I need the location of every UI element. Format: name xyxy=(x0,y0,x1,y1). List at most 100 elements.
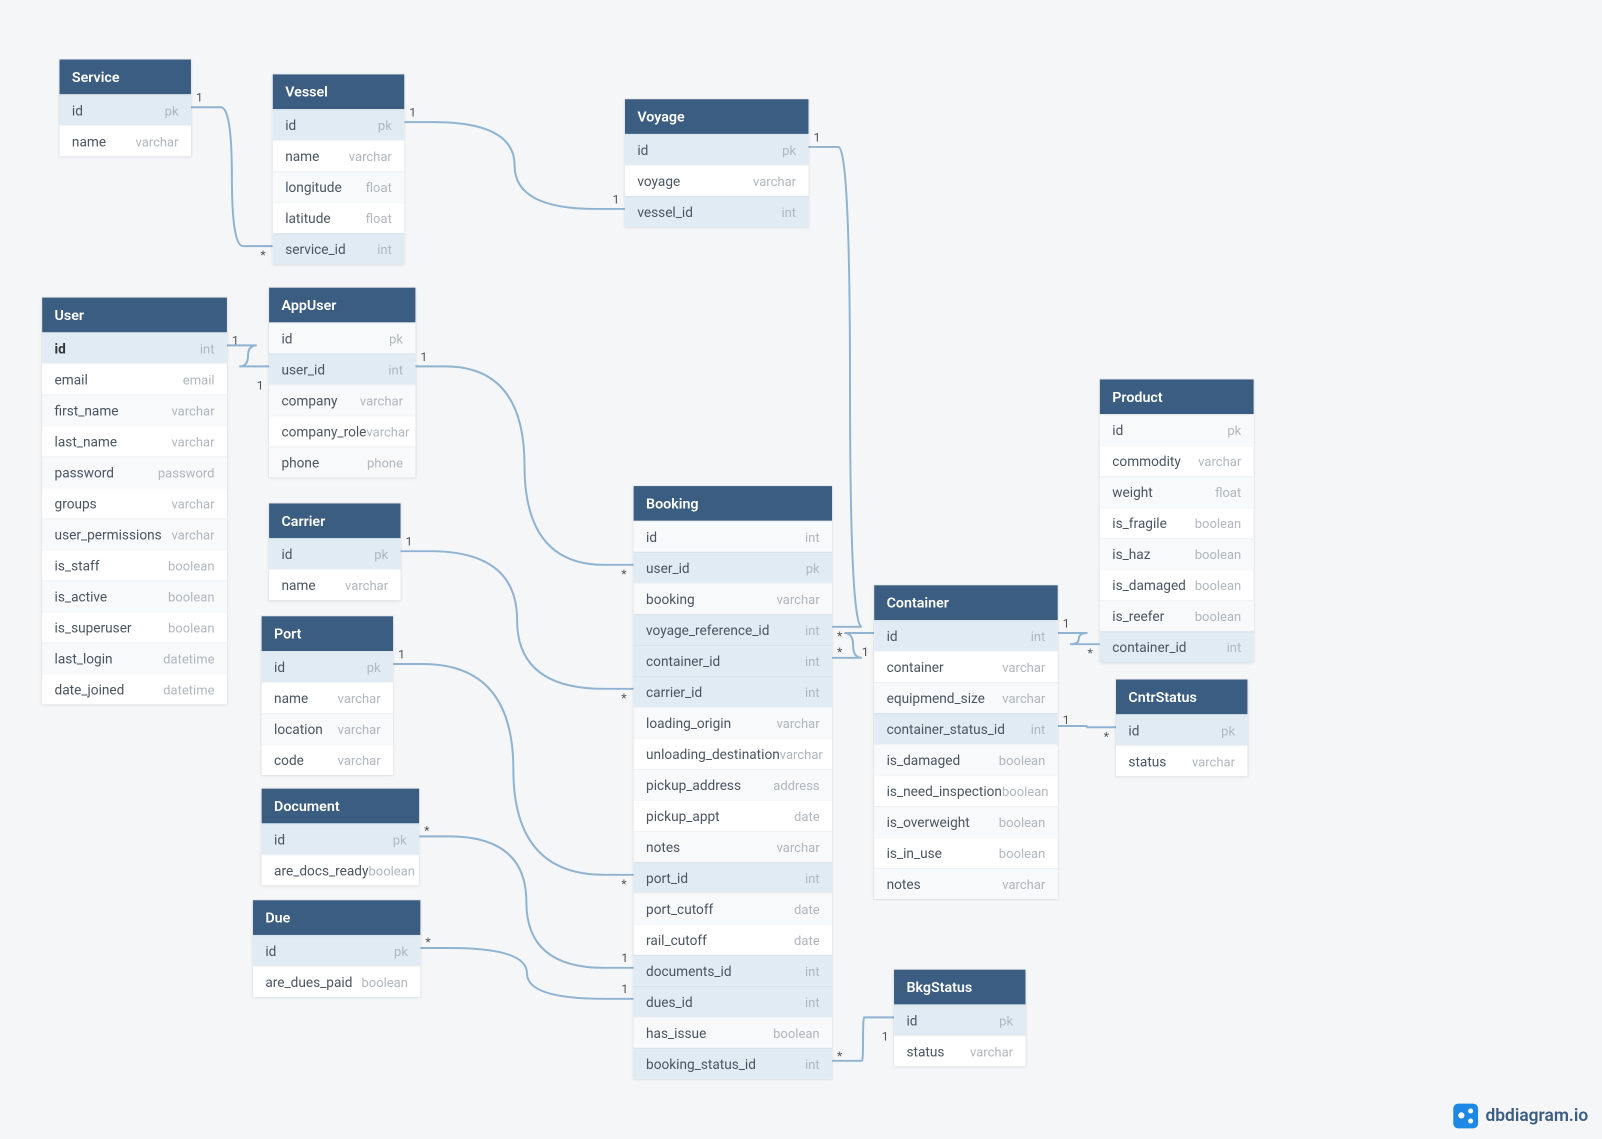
table-row[interactable]: is_in_useboolean xyxy=(874,837,1058,868)
table-row[interactable]: pickup_apptdate xyxy=(634,800,832,831)
table-row[interactable]: weightfloat xyxy=(1100,476,1254,507)
table-due[interactable]: Dueidpkare_dues_paidboolean xyxy=(253,900,420,997)
table-container[interactable]: Containeridintcontainervarcharequipmend_… xyxy=(874,585,1058,899)
table-row[interactable]: date_joineddatetime xyxy=(42,673,227,704)
table-header[interactable]: Product xyxy=(1100,379,1254,414)
table-cntrstatus[interactable]: CntrStatusidpkstatusvarchar xyxy=(1116,680,1247,777)
table-row[interactable]: bookingvarchar xyxy=(634,583,832,614)
table-row[interactable]: voyage_reference_idint xyxy=(634,614,832,645)
table-row[interactable]: namevarchar xyxy=(60,125,191,156)
table-header[interactable]: Voyage xyxy=(625,99,809,134)
table-row[interactable]: port_idint xyxy=(634,862,832,893)
table-row[interactable]: documents_idint xyxy=(634,955,832,986)
table-row[interactable]: notesvarchar xyxy=(874,868,1058,899)
table-service[interactable]: Serviceidpknamevarchar xyxy=(60,60,191,157)
table-row[interactable]: idpk xyxy=(253,935,420,966)
table-row[interactable]: idpk xyxy=(1116,714,1247,745)
table-row[interactable]: vessel_idint xyxy=(625,196,809,227)
table-document[interactable]: Documentidpkare_docs_readyboolean xyxy=(262,789,419,886)
table-port[interactable]: Portidpknamevarcharlocationvarcharcodeva… xyxy=(262,616,393,775)
table-row[interactable]: rail_cutoffdate xyxy=(634,924,832,955)
table-row[interactable]: first_namevarchar xyxy=(42,394,227,425)
table-row[interactable]: codevarchar xyxy=(262,744,393,775)
table-row[interactable]: phonephone xyxy=(269,446,415,477)
table-row[interactable]: idint xyxy=(634,521,832,552)
table-header[interactable]: AppUser xyxy=(269,288,415,323)
table-appuser[interactable]: AppUseridpkuser_idintcompanyvarcharcompa… xyxy=(269,288,415,478)
table-row[interactable]: booking_status_idint xyxy=(634,1048,832,1079)
table-row[interactable]: namevarchar xyxy=(273,140,404,171)
table-row[interactable]: company_rolevarchar xyxy=(269,415,415,446)
table-row[interactable]: loading_originvarchar xyxy=(634,707,832,738)
table-row[interactable]: idint xyxy=(874,620,1058,651)
table-row[interactable]: user_permissionsvarchar xyxy=(42,518,227,549)
table-bkgstatus[interactable]: BkgStatusidpkstatusvarchar xyxy=(894,970,1025,1067)
table-row[interactable]: has_issueboolean xyxy=(634,1017,832,1048)
table-row[interactable]: are_dues_paidboolean xyxy=(253,966,420,997)
table-row[interactable]: groupsvarchar xyxy=(42,487,227,518)
table-row[interactable]: longitudefloat xyxy=(273,171,404,202)
table-header[interactable]: Port xyxy=(262,616,393,651)
table-header[interactable]: Vessel xyxy=(273,74,404,109)
table-row[interactable]: idpk xyxy=(262,823,419,854)
table-row[interactable]: dues_idint xyxy=(634,986,832,1017)
table-row[interactable]: voyagevarchar xyxy=(625,165,809,196)
table-row[interactable]: idpk xyxy=(269,538,400,569)
table-carrier[interactable]: Carrieridpknamevarchar xyxy=(269,503,400,600)
table-row[interactable]: idpk xyxy=(894,1004,1025,1035)
table-header[interactable]: Booking xyxy=(634,486,832,521)
table-header[interactable]: Carrier xyxy=(269,503,400,538)
table-row[interactable]: is_reeferboolean xyxy=(1100,600,1254,631)
table-row[interactable]: is_damagedboolean xyxy=(874,744,1058,775)
table-row[interactable]: idpk xyxy=(625,134,809,165)
table-row[interactable]: is_superuserboolean xyxy=(42,611,227,642)
table-row[interactable]: container_idint xyxy=(634,645,832,676)
table-row[interactable]: is_overweightboolean xyxy=(874,806,1058,837)
table-row[interactable]: commodityvarchar xyxy=(1100,445,1254,476)
table-voyage[interactable]: Voyageidpkvoyagevarcharvessel_idint xyxy=(625,99,809,227)
table-row[interactable]: latitudefloat xyxy=(273,202,404,233)
table-row[interactable]: last_namevarchar xyxy=(42,425,227,456)
table-user[interactable]: Useridintemailemailfirst_namevarcharlast… xyxy=(42,298,227,705)
table-row[interactable]: service_idint xyxy=(273,233,404,264)
table-row[interactable]: namevarchar xyxy=(262,682,393,713)
table-row[interactable]: emailemail xyxy=(42,363,227,394)
table-row[interactable]: unloading_destinationvarchar xyxy=(634,738,832,769)
table-header[interactable]: Document xyxy=(262,789,419,824)
table-row[interactable]: is_staffboolean xyxy=(42,549,227,580)
table-header[interactable]: Service xyxy=(60,60,191,95)
table-row[interactable]: carrier_idint xyxy=(634,676,832,707)
table-row[interactable]: idpk xyxy=(273,109,404,140)
table-row[interactable]: pickup_addressaddress xyxy=(634,769,832,800)
table-row[interactable]: idpk xyxy=(269,322,415,353)
table-row[interactable]: port_cutoffdate xyxy=(634,893,832,924)
table-row[interactable]: idpk xyxy=(1100,414,1254,445)
table-row[interactable]: locationvarchar xyxy=(262,713,393,744)
table-row[interactable]: idpk xyxy=(262,651,393,682)
table-header[interactable]: User xyxy=(42,298,227,333)
table-row[interactable]: statusvarchar xyxy=(894,1035,1025,1066)
table-row[interactable]: passwordpassword xyxy=(42,456,227,487)
table-row[interactable]: container_status_idint xyxy=(874,713,1058,744)
table-booking[interactable]: Bookingidintuser_idpkbookingvarcharvoyag… xyxy=(634,486,832,1079)
table-row[interactable]: containervarchar xyxy=(874,651,1058,682)
table-row[interactable]: is_activeboolean xyxy=(42,580,227,611)
table-row[interactable]: companyvarchar xyxy=(269,384,415,415)
table-row[interactable]: container_idint xyxy=(1100,631,1254,662)
table-row[interactable]: idpk xyxy=(60,94,191,125)
diagram-canvas[interactable]: dbdiagram.io ServiceidpknamevarcharVesse… xyxy=(0,0,1602,1139)
table-row[interactable]: statusvarchar xyxy=(1116,745,1247,776)
table-row[interactable]: is_damagedboolean xyxy=(1100,569,1254,600)
table-row[interactable]: are_docs_readyboolean xyxy=(262,854,419,885)
table-row[interactable]: last_logindatetime xyxy=(42,642,227,673)
table-vessel[interactable]: Vesselidpknamevarcharlongitudefloatlatit… xyxy=(273,74,404,264)
table-product[interactable]: Productidpkcommodityvarcharweightfloatis… xyxy=(1100,379,1254,662)
table-header[interactable]: Container xyxy=(874,585,1058,620)
table-row[interactable]: is_fragileboolean xyxy=(1100,507,1254,538)
table-header[interactable]: Due xyxy=(253,900,420,935)
table-row[interactable]: user_idpk xyxy=(634,552,832,583)
table-row[interactable]: notesvarchar xyxy=(634,831,832,862)
table-row[interactable]: is_hazboolean xyxy=(1100,538,1254,569)
table-header[interactable]: CntrStatus xyxy=(1116,680,1247,715)
table-row[interactable]: user_idint xyxy=(269,353,415,384)
